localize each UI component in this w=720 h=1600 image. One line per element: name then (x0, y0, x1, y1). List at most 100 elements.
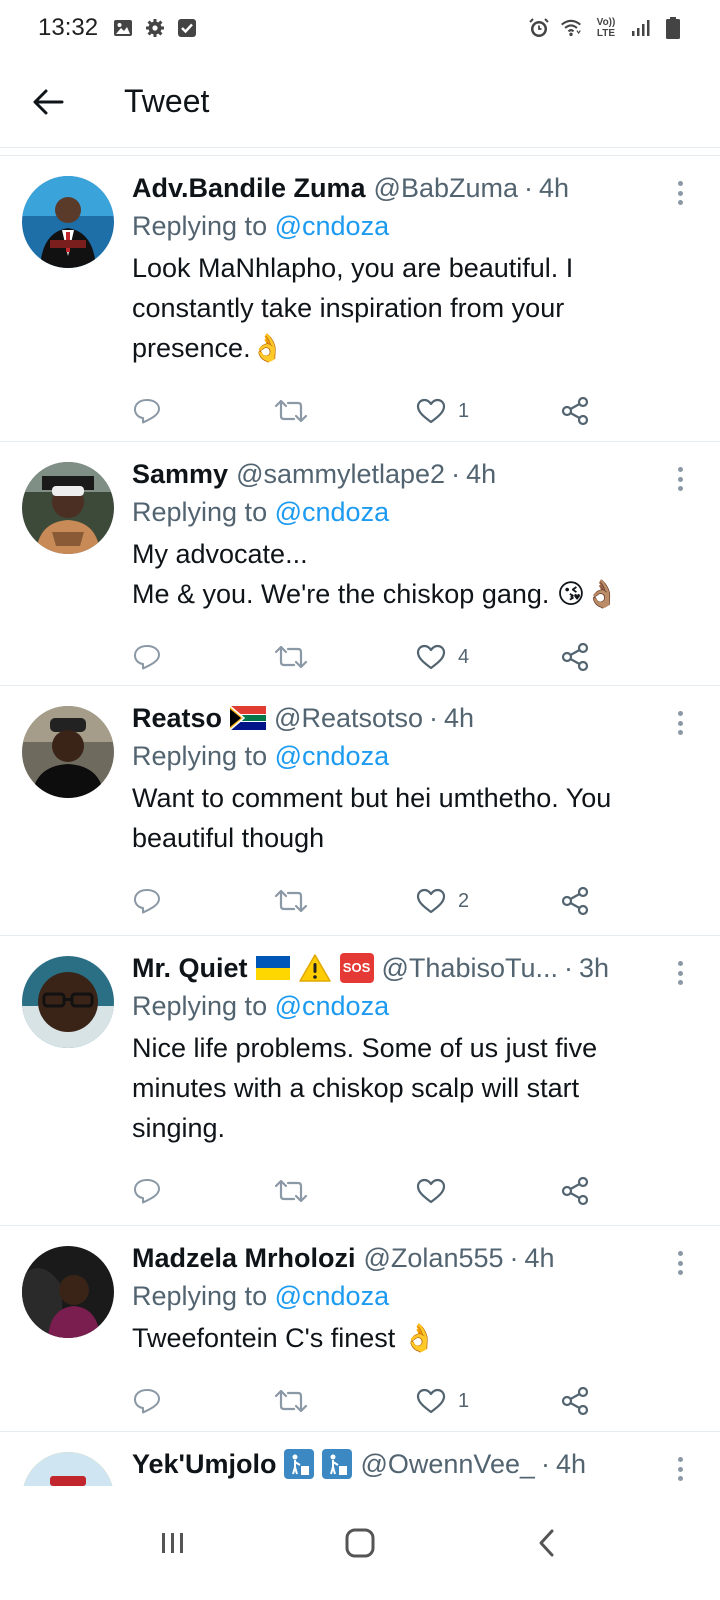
display-name[interactable]: Sammy (132, 456, 228, 492)
display-name[interactable]: Reatso (132, 700, 222, 736)
tweet[interactable]: Adv.Bandile Zuma @BabZuma · 4h Replying … (0, 156, 720, 442)
tweet-time[interactable]: 4h (444, 700, 474, 736)
like-button[interactable]: 1 (416, 1388, 560, 1414)
avatar[interactable] (22, 706, 114, 798)
display-name[interactable]: Madzela Mrholozi (132, 1240, 356, 1276)
ukraine-flag-icon (255, 956, 290, 980)
avatar[interactable] (22, 462, 114, 554)
handle[interactable]: @ThabisoTu... (382, 950, 558, 986)
share-button[interactable] (560, 642, 590, 672)
tweet-header: Adv.Bandile Zuma @BabZuma · 4h (132, 170, 680, 206)
back-button[interactable] (18, 72, 78, 132)
avatar[interactable] (22, 956, 114, 1048)
avatar[interactable] (22, 176, 114, 268)
avatar[interactable] (22, 1452, 114, 1486)
replying-to-label: Replying to (132, 1281, 268, 1311)
more-options-button[interactable] (668, 178, 692, 208)
retweet-button[interactable] (274, 644, 416, 670)
handle[interactable]: @Reatsotso (274, 700, 423, 736)
replying-to-label: Replying to (132, 211, 268, 241)
replying-to: Replying to @cndoza (132, 492, 680, 532)
retweet-icon (274, 645, 308, 669)
back-icon (539, 1529, 554, 1557)
more-options-button[interactable] (668, 708, 692, 738)
reply-button[interactable] (132, 1387, 274, 1415)
like-button[interactable]: 4 (416, 644, 560, 670)
more-options-button[interactable] (668, 1248, 692, 1278)
tweet-header: Mr. Quiet SOS @ThabisoTu... · 3h (132, 950, 680, 986)
tweet-time[interactable]: 4h (556, 1446, 586, 1482)
tweet-time[interactable]: 4h (525, 1240, 555, 1276)
tweet-time[interactable]: 3h (579, 950, 609, 986)
tweet-actions: 4 (132, 622, 680, 692)
tweet-text-line: Nice life problems. Some of us just five (132, 1033, 598, 1063)
tweet-text-line: presence.👌 (132, 333, 285, 363)
replying-to-label: Replying to (132, 741, 268, 771)
avatar[interactable] (22, 1246, 114, 1338)
mention-link[interactable]: @cndoza (275, 991, 389, 1021)
like-button[interactable]: 1 (416, 398, 560, 424)
retweet-icon (274, 399, 308, 423)
reply-icon (134, 1389, 160, 1414)
tweet-header: Sammy @sammyletlape2 · 4h (132, 456, 680, 492)
trash-person-icon (284, 1449, 315, 1479)
tweet[interactable]: Mr. Quiet SOS @ThabisoTu... · 3h Replyin… (0, 936, 720, 1226)
like-button[interactable] (416, 1178, 560, 1204)
tweet-text-line: constantly take inspiration from your (132, 293, 565, 323)
home-button[interactable] (330, 1513, 390, 1573)
tweet-text: Want to comment but hei umthetho. You be… (132, 778, 680, 858)
tweet-time[interactable]: 4h (466, 456, 496, 492)
share-button[interactable] (560, 1176, 590, 1206)
more-options-button[interactable] (668, 958, 692, 988)
share-button[interactable] (560, 886, 590, 916)
arrow-left-icon (33, 89, 64, 114)
handle[interactable]: @BabZuma (374, 170, 518, 206)
like-button[interactable]: 2 (416, 888, 560, 914)
separator: · (451, 459, 461, 489)
tweet-actions (132, 1156, 680, 1226)
tweet[interactable]: Reatso @Reatsotso · 4h Replying to @cndo… (0, 686, 720, 936)
volte-text-bottom: LTE (596, 28, 616, 39)
mention-link[interactable]: @cndoza (275, 741, 389, 771)
nav-back-button[interactable] (517, 1513, 577, 1573)
tweet-time[interactable]: 4h (539, 170, 569, 206)
tweet[interactable]: Madzela Mrholozi @Zolan555 · 4h Replying… (0, 1226, 720, 1432)
mention-link[interactable]: @cndoza (275, 1281, 389, 1311)
handle[interactable]: @Zolan555 (364, 1240, 504, 1276)
tweet[interactable]: Yek'Umjolo @OwennVee_ · 4h (0, 1432, 720, 1486)
retweet-button[interactable] (274, 888, 416, 914)
separator: · (429, 703, 439, 733)
display-name[interactable]: Yek'Umjolo (132, 1446, 276, 1482)
tweet-actions: 1 (132, 1366, 680, 1436)
reply-button[interactable] (132, 643, 274, 671)
share-button[interactable] (560, 1386, 590, 1416)
display-name[interactable]: Mr. Quiet (132, 950, 248, 986)
replying-to-label: Replying to (132, 991, 268, 1021)
reply-icon (134, 399, 160, 424)
reply-feed[interactable]: Adv.Bandile Zuma @BabZuma · 4h Replying … (0, 148, 720, 1486)
handle[interactable]: @sammyletlape2 (236, 456, 445, 492)
mention-link[interactable]: @cndoza (275, 211, 389, 241)
heart-icon (416, 644, 446, 670)
retweet-button[interactable] (274, 1178, 416, 1204)
status-bar: 13:32 Vo)) LTE (0, 0, 720, 56)
reply-button[interactable] (132, 1177, 274, 1205)
like-count: 2 (458, 889, 470, 912)
like-count: 4 (458, 645, 470, 668)
display-name[interactable]: Adv.Bandile Zuma (132, 170, 366, 206)
more-options-button[interactable] (668, 464, 692, 494)
retweet-icon (274, 889, 308, 913)
tweet[interactable]: Sammy @sammyletlape2 · 4h Replying to @c… (0, 442, 720, 686)
retweet-button[interactable] (274, 1388, 416, 1414)
more-options-button[interactable] (668, 1454, 692, 1484)
reply-button[interactable] (132, 887, 274, 915)
signal-icon (630, 17, 652, 39)
share-button[interactable] (560, 396, 590, 426)
share-icon (561, 1176, 589, 1206)
recents-button[interactable] (143, 1513, 203, 1573)
mention-link[interactable]: @cndoza (275, 497, 389, 527)
separator: · (564, 953, 573, 983)
retweet-button[interactable] (274, 398, 416, 424)
reply-button[interactable] (132, 397, 274, 425)
handle[interactable]: @OwennVee_ (360, 1446, 535, 1482)
